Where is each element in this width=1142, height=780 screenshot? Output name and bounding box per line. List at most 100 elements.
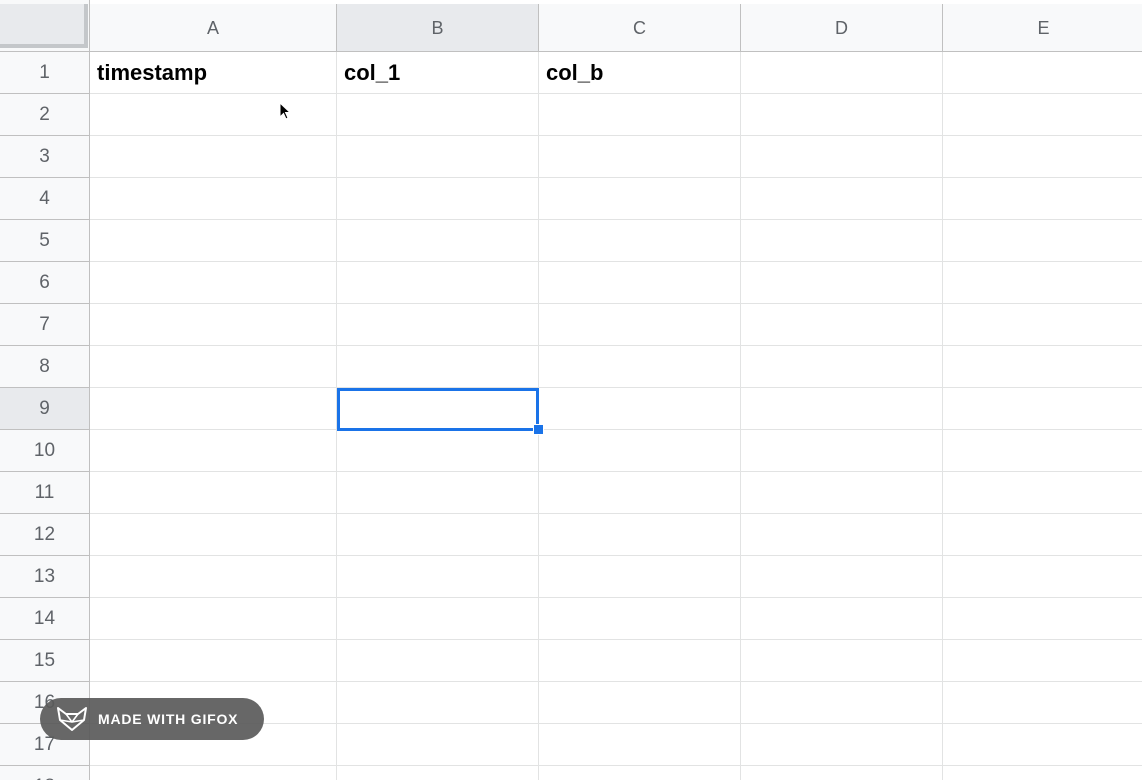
- cell-b1[interactable]: col_1: [337, 52, 539, 94]
- cell-b14[interactable]: [337, 598, 539, 640]
- cell-a10[interactable]: [90, 430, 337, 472]
- row-header-5[interactable]: 5: [0, 220, 90, 262]
- cell-d8[interactable]: [741, 346, 943, 388]
- cell-b16[interactable]: [337, 682, 539, 724]
- cell-d18[interactable]: [741, 766, 943, 780]
- cell-c8[interactable]: [539, 346, 741, 388]
- fill-handle[interactable]: [533, 424, 544, 435]
- cell-b11[interactable]: [337, 472, 539, 514]
- cell-a7[interactable]: [90, 304, 337, 346]
- cell-d10[interactable]: [741, 430, 943, 472]
- cell-b13[interactable]: [337, 556, 539, 598]
- cell-b10[interactable]: [337, 430, 539, 472]
- column-header-d[interactable]: D: [741, 4, 943, 52]
- cell-d17[interactable]: [741, 724, 943, 766]
- cell-e2[interactable]: [943, 94, 1142, 136]
- column-header-e[interactable]: E: [943, 4, 1142, 52]
- cell-c15[interactable]: [539, 640, 741, 682]
- row-header-2[interactable]: 2: [0, 94, 90, 136]
- row-header-14[interactable]: 14: [0, 598, 90, 640]
- cell-b2[interactable]: [337, 94, 539, 136]
- cell-a4[interactable]: [90, 178, 337, 220]
- cell-c3[interactable]: [539, 136, 741, 178]
- cell-d1[interactable]: [741, 52, 943, 94]
- select-all-corner[interactable]: [0, 0, 90, 52]
- cell-d16[interactable]: [741, 682, 943, 724]
- cell-c9[interactable]: [539, 388, 741, 430]
- cell-e8[interactable]: [943, 346, 1142, 388]
- cell-c18[interactable]: [539, 766, 741, 780]
- cell-e18[interactable]: [943, 766, 1142, 780]
- cell-a1[interactable]: timestamp: [90, 52, 337, 94]
- cell-e13[interactable]: [943, 556, 1142, 598]
- cell-d11[interactable]: [741, 472, 943, 514]
- row-header-12[interactable]: 12: [0, 514, 90, 556]
- cell-e17[interactable]: [943, 724, 1142, 766]
- cell-c11[interactable]: [539, 472, 741, 514]
- cell-c14[interactable]: [539, 598, 741, 640]
- row-header-7[interactable]: 7: [0, 304, 90, 346]
- cell-b7[interactable]: [337, 304, 539, 346]
- row-header-8[interactable]: 8: [0, 346, 90, 388]
- cell-e12[interactable]: [943, 514, 1142, 556]
- cell-c17[interactable]: [539, 724, 741, 766]
- cell-a13[interactable]: [90, 556, 337, 598]
- cell-e15[interactable]: [943, 640, 1142, 682]
- cell-d15[interactable]: [741, 640, 943, 682]
- cell-c4[interactable]: [539, 178, 741, 220]
- cell-d6[interactable]: [741, 262, 943, 304]
- cell-b8[interactable]: [337, 346, 539, 388]
- cell-b15[interactable]: [337, 640, 539, 682]
- column-header-b[interactable]: B: [337, 4, 539, 52]
- cell-e14[interactable]: [943, 598, 1142, 640]
- cell-c13[interactable]: [539, 556, 741, 598]
- cell-c10[interactable]: [539, 430, 741, 472]
- cell-b3[interactable]: [337, 136, 539, 178]
- cell-e5[interactable]: [943, 220, 1142, 262]
- cell-b18[interactable]: [337, 766, 539, 780]
- cell-a8[interactable]: [90, 346, 337, 388]
- cell-a15[interactable]: [90, 640, 337, 682]
- cell-a2[interactable]: [90, 94, 337, 136]
- cell-a11[interactable]: [90, 472, 337, 514]
- cell-d9[interactable]: [741, 388, 943, 430]
- selected-cell-b9[interactable]: [337, 388, 539, 431]
- column-header-c[interactable]: C: [539, 4, 741, 52]
- cell-d5[interactable]: [741, 220, 943, 262]
- row-header-11[interactable]: 11: [0, 472, 90, 514]
- row-header-9[interactable]: 9: [0, 388, 90, 430]
- cell-d13[interactable]: [741, 556, 943, 598]
- cell-e10[interactable]: [943, 430, 1142, 472]
- cell-d12[interactable]: [741, 514, 943, 556]
- cell-d3[interactable]: [741, 136, 943, 178]
- cell-d7[interactable]: [741, 304, 943, 346]
- cell-e4[interactable]: [943, 178, 1142, 220]
- cell-c1[interactable]: col_b: [539, 52, 741, 94]
- cell-c5[interactable]: [539, 220, 741, 262]
- cell-b17[interactable]: [337, 724, 539, 766]
- cell-d14[interactable]: [741, 598, 943, 640]
- cell-a6[interactable]: [90, 262, 337, 304]
- cell-c12[interactable]: [539, 514, 741, 556]
- row-header-13[interactable]: 13: [0, 556, 90, 598]
- cell-e9[interactable]: [943, 388, 1142, 430]
- cell-a9[interactable]: [90, 388, 337, 430]
- cell-e1[interactable]: [943, 52, 1142, 94]
- row-header-4[interactable]: 4: [0, 178, 90, 220]
- cell-d2[interactable]: [741, 94, 943, 136]
- row-header-1[interactable]: 1: [0, 52, 90, 94]
- cell-e7[interactable]: [943, 304, 1142, 346]
- row-header-3[interactable]: 3: [0, 136, 90, 178]
- column-header-a[interactable]: A: [90, 4, 337, 52]
- cell-b4[interactable]: [337, 178, 539, 220]
- cell-c6[interactable]: [539, 262, 741, 304]
- row-header-18[interactable]: 18: [0, 766, 90, 780]
- cell-d4[interactable]: [741, 178, 943, 220]
- cell-b6[interactable]: [337, 262, 539, 304]
- row-header-15[interactable]: 15: [0, 640, 90, 682]
- cell-a12[interactable]: [90, 514, 337, 556]
- cell-c16[interactable]: [539, 682, 741, 724]
- cell-a14[interactable]: [90, 598, 337, 640]
- cell-b5[interactable]: [337, 220, 539, 262]
- row-header-6[interactable]: 6: [0, 262, 90, 304]
